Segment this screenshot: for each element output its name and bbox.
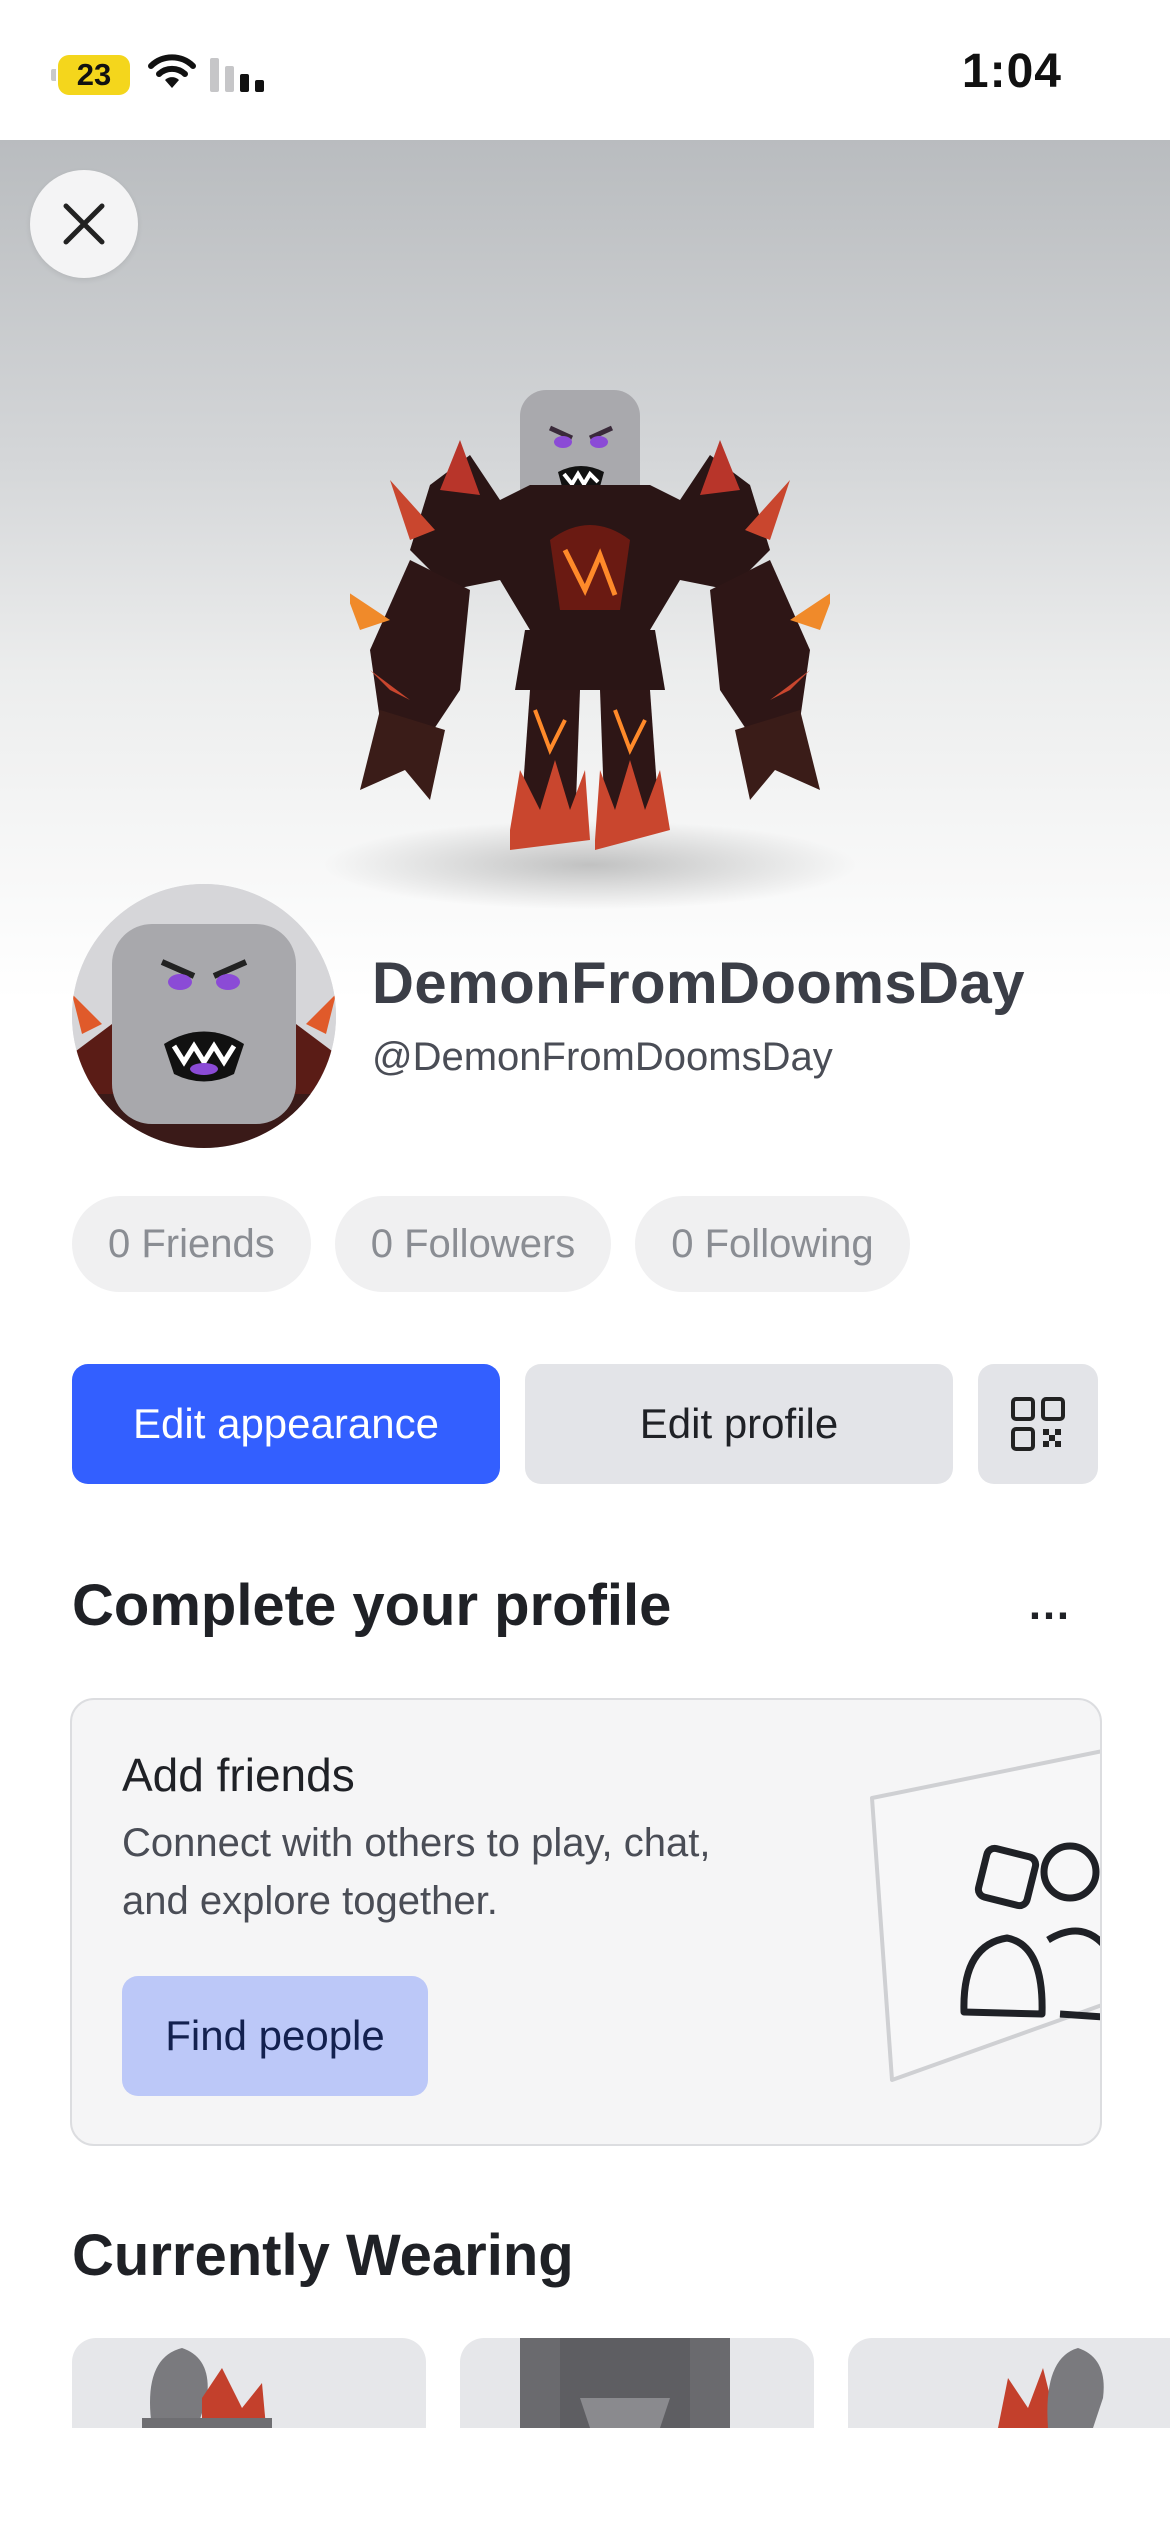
people-icon — [870, 1749, 1100, 2082]
friends-count-pill[interactable]: 0 Friends — [72, 1196, 311, 1292]
avatar-headshot[interactable] — [72, 884, 336, 1148]
qr-code-icon — [1011, 1397, 1065, 1451]
wifi-icon — [148, 54, 196, 88]
battery-level: 23 — [76, 57, 112, 92]
qr-code-button[interactable] — [978, 1364, 1098, 1484]
username: @DemonFromDoomsDay — [372, 1035, 833, 1079]
status-time: 1:04 — [961, 45, 1062, 98]
wearing-item[interactable] — [848, 2338, 1170, 2428]
display-name: DemonFromDoomsDay — [372, 951, 1026, 1016]
edit-appearance-button[interactable]: Edit appearance — [72, 1364, 500, 1484]
following-count-pill[interactable]: 0 Following — [635, 1196, 910, 1292]
card-description: Connect with others to play, chat, and e… — [122, 1821, 711, 1923]
social-stats: 0 Friends 0 Followers 0 Following — [72, 1196, 910, 1292]
avatar-headshot-image — [72, 884, 336, 1148]
complete-profile-heading: Complete your profile — [72, 1573, 672, 1638]
card-title: Add friends — [122, 1749, 355, 1801]
find-people-button[interactable]: Find people — [122, 1976, 428, 2096]
more-horizontal-icon: … — [1027, 1580, 1073, 1629]
edit-profile-button[interactable]: Edit profile — [525, 1364, 953, 1484]
more-options-button[interactable]: … — [1022, 1580, 1078, 1630]
cellular-signal-icon — [210, 58, 264, 92]
avatar-3d-render — [350, 390, 830, 850]
wearing-item[interactable] — [72, 2338, 426, 2428]
wearing-item-thumbnail — [142, 2348, 272, 2428]
status-bar: 23 1:04 — [0, 0, 1170, 140]
close-icon — [63, 203, 105, 245]
currently-wearing-list — [72, 2338, 1170, 2428]
wearing-item-thumbnail — [998, 2348, 1104, 2428]
close-button[interactable] — [30, 170, 138, 278]
bottom-safe-area — [0, 2428, 1170, 2532]
wearing-item[interactable] — [460, 2338, 814, 2428]
followers-count-pill[interactable]: 0 Followers — [334, 1196, 612, 1292]
add-friends-card: Add friends Connect with others to play,… — [70, 1698, 1102, 2146]
battery-indicator: 23 — [51, 55, 130, 95]
avatar-hero — [0, 140, 1170, 1000]
currently-wearing-heading: Currently Wearing — [72, 2223, 574, 2288]
wearing-item-thumbnail — [520, 2338, 730, 2428]
